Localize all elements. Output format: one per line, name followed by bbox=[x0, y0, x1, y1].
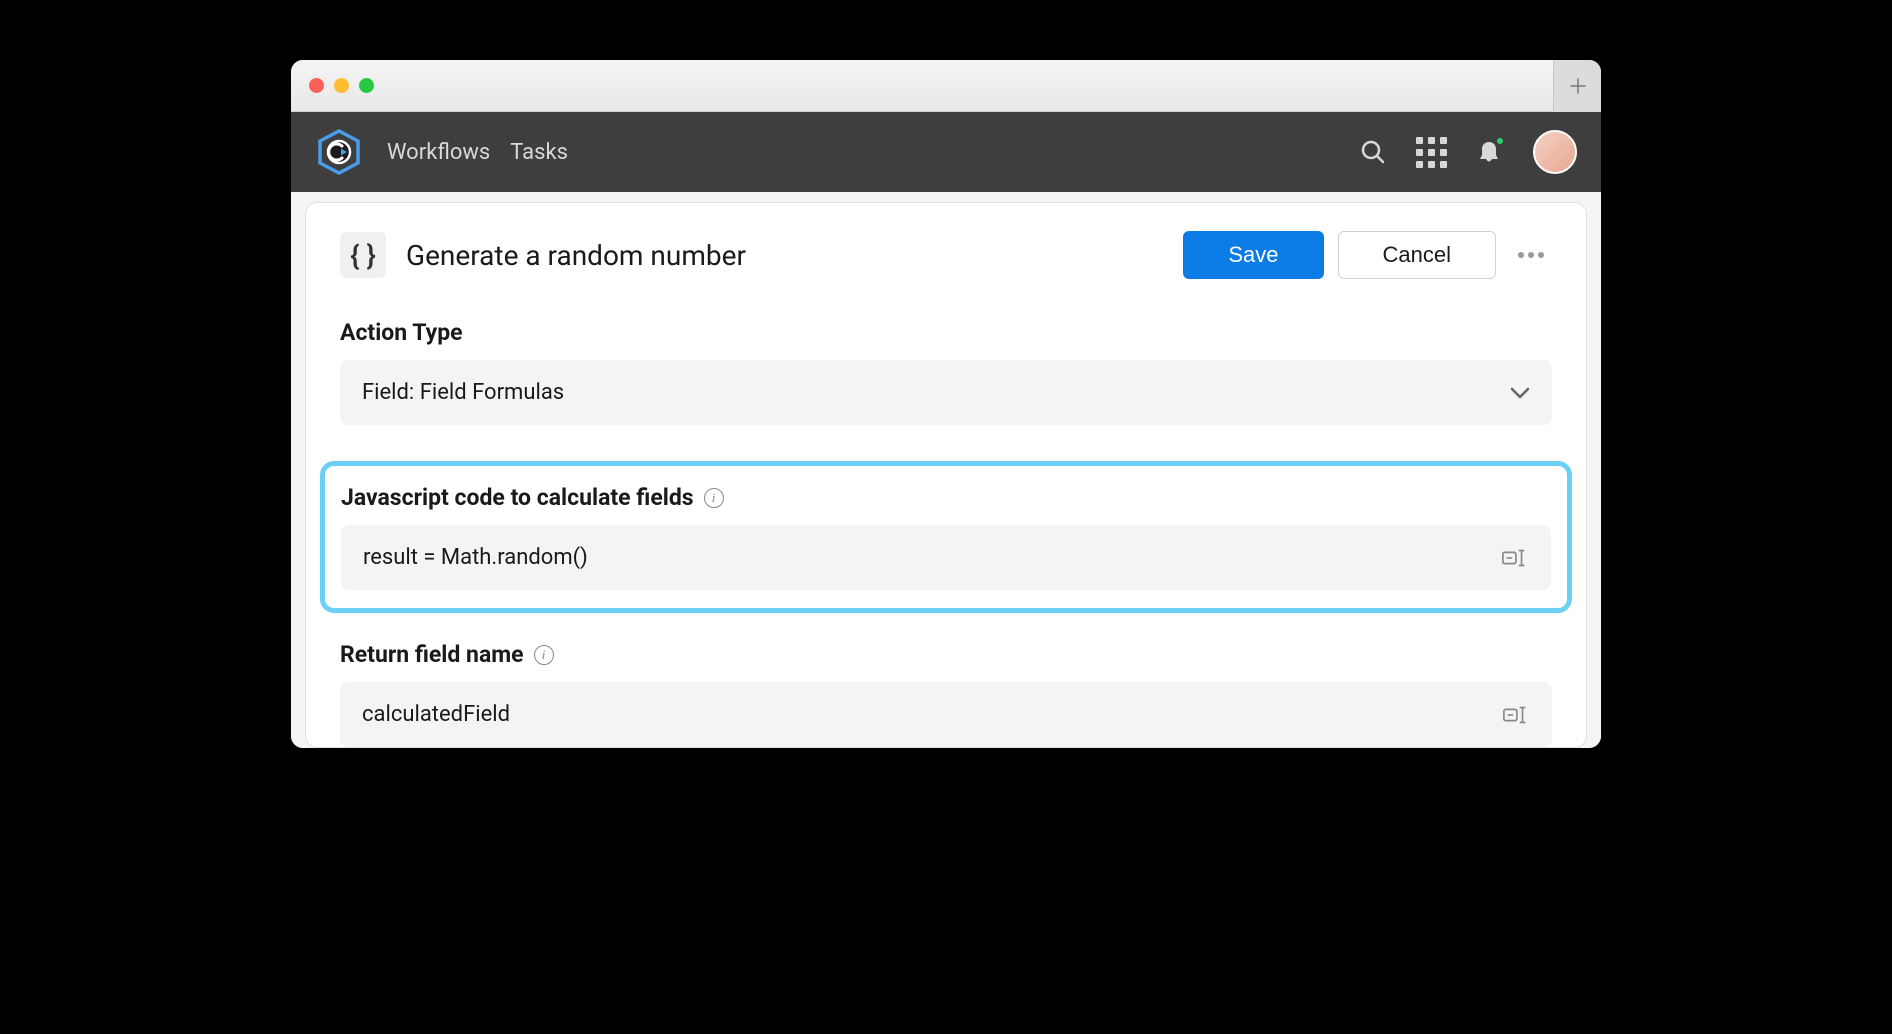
return-field-input[interactable]: calculatedField bbox=[340, 682, 1552, 747]
cancel-button[interactable]: Cancel bbox=[1338, 231, 1496, 279]
notifications-button[interactable] bbox=[1475, 138, 1503, 166]
save-button[interactable]: Save bbox=[1183, 231, 1323, 279]
search-button[interactable] bbox=[1359, 138, 1387, 166]
app-window: Workflows Tasks bbox=[291, 60, 1601, 748]
maximize-window-button[interactable] bbox=[359, 78, 374, 93]
action-card: { } Generate a random number Save Cancel… bbox=[305, 202, 1587, 748]
action-type-select[interactable]: Field: Field Formulas bbox=[340, 360, 1552, 425]
js-code-input[interactable]: result = Math.random() bbox=[341, 525, 1551, 590]
header-actions bbox=[1359, 130, 1577, 174]
js-code-label: Javascript code to calculate fields i bbox=[341, 484, 1551, 511]
window-titlebar bbox=[291, 60, 1601, 112]
insert-variable-icon bbox=[1501, 548, 1529, 568]
field-insert-button[interactable] bbox=[1501, 548, 1529, 568]
new-tab-button[interactable] bbox=[1553, 60, 1601, 112]
app-logo[interactable] bbox=[315, 128, 363, 176]
insert-variable-icon bbox=[1502, 705, 1530, 725]
content-area: { } Generate a random number Save Cancel… bbox=[291, 192, 1601, 748]
plus-icon bbox=[1569, 77, 1587, 95]
nav-workflows[interactable]: Workflows bbox=[387, 140, 490, 165]
apps-grid-icon bbox=[1416, 137, 1447, 168]
notification-indicator bbox=[1495, 136, 1505, 146]
action-type-value: Field: Field Formulas bbox=[362, 380, 564, 405]
close-window-button[interactable] bbox=[309, 78, 324, 93]
info-icon[interactable]: i bbox=[534, 645, 554, 665]
ellipsis-icon bbox=[1518, 252, 1524, 258]
traffic-lights bbox=[309, 78, 374, 93]
nav-tasks[interactable]: Tasks bbox=[510, 140, 568, 165]
card-header: { } Generate a random number Save Cancel bbox=[340, 231, 1552, 279]
chevron-down-icon bbox=[1510, 387, 1530, 399]
user-avatar[interactable] bbox=[1533, 130, 1577, 174]
action-type-label: Action Type bbox=[340, 319, 1552, 346]
search-icon bbox=[1360, 139, 1386, 165]
card-title: Generate a random number bbox=[406, 239, 1163, 272]
logo-icon bbox=[316, 129, 362, 175]
return-field-value: calculatedField bbox=[362, 702, 510, 727]
app-header: Workflows Tasks bbox=[291, 112, 1601, 192]
return-field-label: Return field name i bbox=[340, 641, 1552, 668]
more-options-button[interactable] bbox=[1510, 244, 1552, 266]
code-braces-icon: { } bbox=[340, 232, 386, 278]
minimize-window-button[interactable] bbox=[334, 78, 349, 93]
js-code-section-highlighted: Javascript code to calculate fields i re… bbox=[320, 461, 1572, 613]
nav-links: Workflows Tasks bbox=[387, 140, 1335, 165]
field-insert-button[interactable] bbox=[1502, 705, 1530, 725]
apps-button[interactable] bbox=[1417, 138, 1445, 166]
js-code-value: result = Math.random() bbox=[363, 545, 588, 570]
card-actions: Save Cancel bbox=[1183, 231, 1552, 279]
info-icon[interactable]: i bbox=[704, 488, 724, 508]
